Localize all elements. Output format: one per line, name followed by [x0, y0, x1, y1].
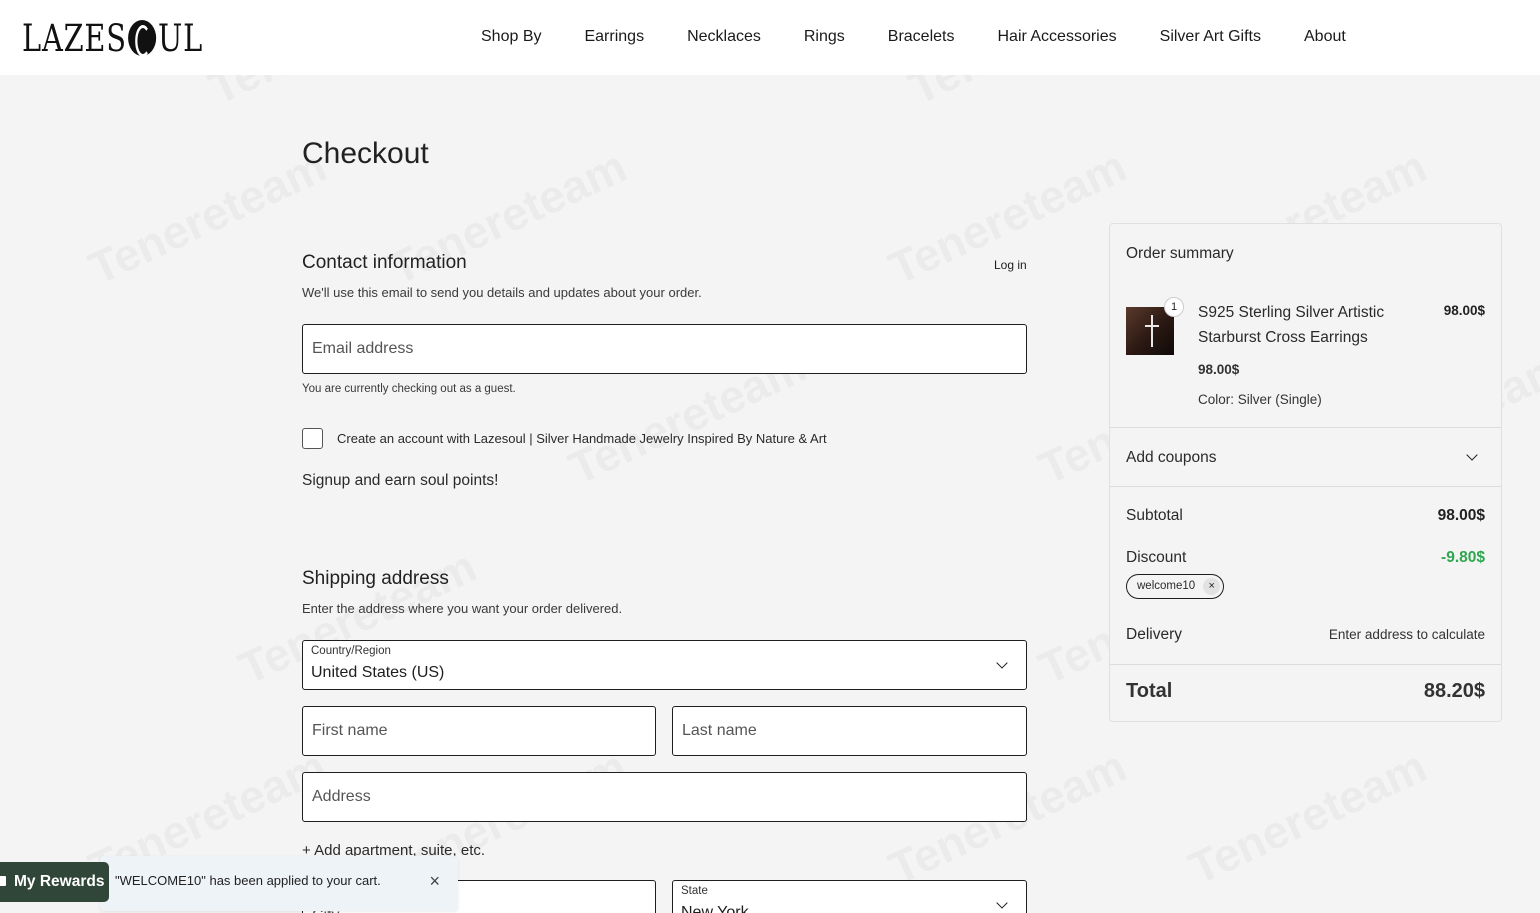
- email-field[interactable]: [302, 324, 1027, 374]
- country-value: United States (US): [311, 664, 445, 681]
- divider: [1110, 664, 1501, 665]
- nav-item-silver-art-gifts[interactable]: Silver Art Gifts: [1160, 28, 1261, 46]
- total-value: 88.20$: [1423, 680, 1485, 702]
- create-account-label[interactable]: Create an account with Lazesoul | Silver…: [337, 431, 827, 446]
- email-input[interactable]: [303, 325, 1026, 373]
- delivery-label: Delivery: [1126, 626, 1182, 643]
- last-name-input[interactable]: [673, 707, 1026, 755]
- main-nav: Shop By Earrings Necklaces Rings Bracele…: [481, 28, 1346, 46]
- my-rewards-button[interactable]: My Rewards: [0, 862, 109, 902]
- order-summary-title: Order summary: [1126, 245, 1234, 262]
- discount-value: -9.80$: [1441, 549, 1485, 566]
- my-rewards-label: My Rewards: [14, 873, 105, 890]
- brand-logo-text: LAZES: [22, 16, 127, 60]
- country-select[interactable]: Country/Region United States (US): [302, 640, 1027, 690]
- nav-item-hair-accessories[interactable]: Hair Accessories: [997, 28, 1116, 46]
- remove-coupon-icon[interactable]: ×: [1203, 578, 1221, 595]
- chevron-down-icon[interactable]: [1466, 449, 1478, 461]
- state-select[interactable]: State New York: [672, 880, 1027, 913]
- chevron-down-icon: [996, 657, 1008, 669]
- state-label: State: [681, 885, 708, 897]
- product-unit-price: 98.00$: [1198, 362, 1240, 377]
- shipping-section-title: Shipping address: [302, 568, 449, 589]
- contact-description: We'll use this email to send you details…: [302, 285, 702, 300]
- address-field[interactable]: [302, 772, 1027, 822]
- divider: [1110, 486, 1501, 487]
- nav-item-earrings[interactable]: Earrings: [584, 28, 644, 46]
- signup-text: Signup and earn soul points!: [302, 472, 499, 489]
- gift-icon: [0, 876, 6, 886]
- quantity-badge: 1: [1164, 297, 1184, 317]
- last-name-field[interactable]: [672, 706, 1027, 756]
- delivery-value: Enter address to calculate: [1328, 627, 1485, 642]
- close-icon[interactable]: ×: [429, 871, 440, 891]
- chevron-down-icon: [996, 897, 1008, 909]
- nav-item-rings[interactable]: Rings: [804, 28, 845, 46]
- nav-item-shop-by[interactable]: Shop By: [481, 28, 541, 46]
- discount-label: Discount: [1126, 549, 1187, 566]
- watermark: Tenereteam: [81, 139, 335, 296]
- contact-section-title: Contact information: [302, 252, 467, 273]
- address-input[interactable]: [303, 773, 1026, 821]
- guest-note: You are currently checking out as a gues…: [302, 383, 516, 395]
- first-name-input[interactable]: [303, 707, 655, 755]
- nav-item-about[interactable]: About: [1304, 28, 1346, 46]
- toast-message: "WELCOME10" has been applied to your car…: [115, 873, 381, 888]
- state-value: New York: [681, 904, 749, 913]
- coupon-code: welcome10: [1137, 580, 1196, 592]
- divider: [1110, 427, 1501, 428]
- nav-item-bracelets[interactable]: Bracelets: [888, 28, 955, 46]
- order-summary: Order summary 1 S925 Sterling Silver Art…: [1109, 223, 1502, 722]
- first-name-field[interactable]: [302, 706, 656, 756]
- brand-logo[interactable]: LAZES UL: [22, 16, 204, 60]
- login-link[interactable]: Log in: [994, 258, 1027, 272]
- shipping-description: Enter the address where you want your or…: [302, 601, 623, 616]
- brand-logo-text-end: UL: [158, 16, 204, 60]
- total-label: Total: [1126, 680, 1173, 702]
- site-header: LAZES UL Shop By Earrings Necklaces Rings…: [0, 0, 1540, 75]
- watermark: Tenereteam: [1181, 739, 1435, 896]
- subtotal-value: 98.00$: [1437, 507, 1485, 524]
- brand-logo-icon: [128, 20, 157, 57]
- nav-item-necklaces[interactable]: Necklaces: [687, 28, 761, 46]
- coupon-chip: welcome10 ×: [1126, 574, 1225, 599]
- page-title: Checkout: [302, 137, 429, 170]
- add-coupons-toggle[interactable]: Add coupons: [1126, 449, 1217, 467]
- product-variant: Color: Silver (Single): [1198, 392, 1322, 407]
- product-line-total: 98.00$: [1443, 303, 1485, 318]
- create-account-checkbox[interactable]: [302, 428, 323, 449]
- coupon-toast: "WELCOME10" has been applied to your car…: [100, 856, 458, 911]
- product-name: S925 Sterling Silver Artistic Starburst …: [1198, 304, 1385, 346]
- country-label: Country/Region: [311, 645, 391, 657]
- subtotal-label: Subtotal: [1126, 507, 1183, 524]
